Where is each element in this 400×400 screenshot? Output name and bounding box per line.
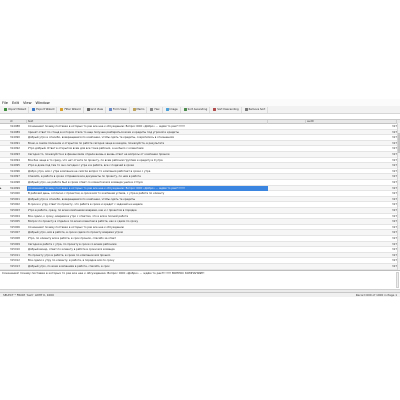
menu-view[interactable]: View [21,101,34,105]
status-record-count: Record 600 of 1000 in Page 1 [355,293,397,297]
toolbar-button-label: Grid View [90,108,103,111]
status-bar: SELECT * FROM `text` LIMIT 0, 1000 Recor… [0,292,400,297]
toolbar-button-label: Filter Wizard [64,108,81,111]
menubar: File Edit View Window [0,99,400,106]
toolbar-button-sort-ascending[interactable]: Sort Ascending [182,106,211,113]
filter-icon [60,108,64,111]
toolbar-button-label: Import Wizard [8,108,27,111]
current-row-marker-icon: ▸ [0,186,2,191]
preview-scrollbar[interactable] [396,272,399,288]
toolbar-button-hex[interactable]: Hex [148,106,163,113]
toolbar-button-form-view[interactable]: Form View [107,106,130,113]
toolbar-button-label: Sort Ascending [187,108,208,111]
form-icon [108,108,112,111]
toolbar-button-label: Export Wizard [36,108,55,111]
sort-asc-icon [183,108,187,111]
menu-window[interactable]: Window [34,101,52,105]
data-grid[interactable]: id text audit 314988 Сочинения! почему по… [0,119,400,270]
grid-icon [86,108,90,111]
export-icon [32,108,36,111]
memo-preview-panel: Сочинения! почему поставки в которых то … [0,270,400,289]
toolbar-button-label: Remove Sort [248,108,266,111]
toolbar-button-image[interactable]: Image [164,106,181,113]
memo-icon [132,108,136,111]
toolbar-button-label: Image [169,108,178,111]
memo-preview-text[interactable]: Сочинения! почему поставки в которых то … [2,271,394,275]
toolbar-button-remove-sort[interactable]: Remove Sort [243,106,269,113]
sort-desc-icon [213,108,217,111]
import-icon [4,108,7,111]
menu-edit[interactable]: Edit [10,101,21,105]
toolbar-button-grid-view[interactable]: Grid View [85,106,106,113]
remove-sort-icon [244,108,248,111]
toolbar-button-label: Hex [154,108,160,111]
app-window: File Edit View Window Import Wizard Expor… [0,0,400,400]
toolbar: Import Wizard Export Wizard Filter Wizard G… [0,106,400,114]
menu-file[interactable]: File [0,101,10,105]
status-query: SELECT * FROM `text` LIMIT 0, 1000 [3,293,54,297]
toolbar-button-import-wizard[interactable]: Import Wizard [2,106,30,113]
toolbar-button-label: Form View [112,108,127,111]
hex-icon [150,108,154,111]
image-icon [165,108,169,111]
toolbar-button-memo[interactable]: Memo [131,106,148,113]
toolbar-button-label: Sort Descending [217,108,239,111]
toolbar-button-label: Memo [136,108,145,111]
toolbar-button-export-wizard[interactable]: Export Wizard [30,106,58,113]
toolbar-button-filter-wizard[interactable]: Filter Wizard [58,106,84,113]
toolbar-button-sort-descending[interactable]: Sort Descending [211,106,242,113]
